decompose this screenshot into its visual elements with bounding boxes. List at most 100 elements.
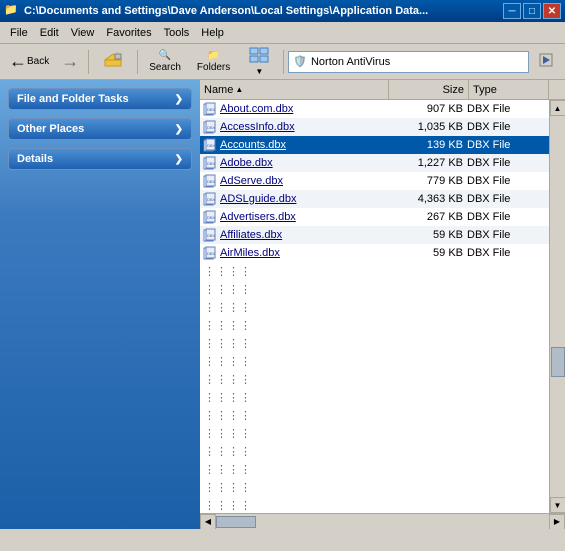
forward-button[interactable]: → xyxy=(56,47,84,77)
back-label: Back xyxy=(27,56,49,67)
file-size: 1,227 KB xyxy=(387,157,467,169)
table-row[interactable]: DBX AirMiles.dbx 59 KB DBX File xyxy=(200,244,549,262)
file-folder-tasks-label: File and Folder Tasks xyxy=(17,93,129,105)
file-type: DBX File xyxy=(467,139,547,151)
forward-icon: → xyxy=(61,51,79,72)
dotted-row: ⋮⋮⋮⋮ xyxy=(200,280,549,298)
menu-favorites[interactable]: Favorites xyxy=(100,25,157,41)
file-name: AirMiles.dbx xyxy=(220,247,387,259)
minimize-button[interactable]: ─ xyxy=(503,3,521,19)
dotted-row: ⋮⋮⋮⋮ xyxy=(200,298,549,316)
menu-help[interactable]: Help xyxy=(195,25,230,41)
search-label: Search xyxy=(149,62,181,73)
file-size: 779 KB xyxy=(387,175,467,187)
table-row[interactable]: DBX AdServe.dbx 779 KB DBX File xyxy=(200,172,549,190)
address-icon: 🛡️ xyxy=(293,55,307,68)
up-button[interactable] xyxy=(93,47,133,77)
file-size: 59 KB xyxy=(387,229,467,241)
svg-text:DBX: DBX xyxy=(207,215,216,220)
window-controls: ─ □ ✕ xyxy=(503,3,561,19)
back-button[interactable]: ← Back xyxy=(4,47,54,77)
file-icon: DBX xyxy=(202,245,218,261)
table-row[interactable]: DBX Accounts.dbx 139 KB DBX File xyxy=(200,136,549,154)
menu-file[interactable]: File xyxy=(4,25,34,41)
file-list-container: Name ▲ Size Type DBX About.com.dbx 907 K… xyxy=(200,80,565,529)
scroll-spacer xyxy=(549,80,565,99)
table-row[interactable]: DBX Adobe.dbx 1,227 KB DBX File xyxy=(200,154,549,172)
close-button[interactable]: ✕ xyxy=(543,3,561,19)
table-row[interactable]: DBX Affiliates.dbx 59 KB DBX File xyxy=(200,226,549,244)
dotted-row: ⋮⋮⋮⋮ xyxy=(200,424,549,442)
scroll-thumb[interactable] xyxy=(551,347,565,377)
file-size: 4,363 KB xyxy=(387,193,467,205)
dotted-row: ⋮⋮⋮⋮ xyxy=(200,460,549,478)
scroll-down-button[interactable]: ▼ xyxy=(550,497,565,513)
file-name: AdServe.dbx xyxy=(220,175,387,187)
col-header-type[interactable]: Type xyxy=(469,80,549,99)
col-type-label: Type xyxy=(473,84,497,96)
sort-arrow: ▲ xyxy=(235,85,243,94)
table-row[interactable]: DBX About.com.dbx 907 KB DBX File xyxy=(200,100,549,118)
go-button[interactable] xyxy=(531,47,561,77)
search-button[interactable]: 🔍 Search xyxy=(142,47,188,77)
file-size: 907 KB xyxy=(387,103,467,115)
col-header-size[interactable]: Size xyxy=(389,80,469,99)
views-icon xyxy=(249,47,269,66)
other-places-header[interactable]: Other Places ❯ xyxy=(9,119,191,139)
table-row[interactable]: DBX Advertisers.dbx 267 KB DBX File xyxy=(200,208,549,226)
horiz-thumb[interactable] xyxy=(216,516,256,528)
menu-tools[interactable]: Tools xyxy=(158,25,196,41)
file-name: Accounts.dbx xyxy=(220,139,387,151)
dotted-row: ⋮⋮⋮⋮ xyxy=(200,388,549,406)
menu-view[interactable]: View xyxy=(65,25,101,41)
file-icon: DBX xyxy=(202,191,218,207)
table-row[interactable]: DBX ADSLguide.dbx 4,363 KB DBX File xyxy=(200,190,549,208)
vertical-scrollbar[interactable]: ▲ ▼ xyxy=(549,100,565,513)
file-size: 59 KB xyxy=(387,247,467,259)
scroll-up-button[interactable]: ▲ xyxy=(550,100,565,116)
dotted-row: ⋮⋮⋮⋮ xyxy=(200,262,549,280)
file-icon: DBX xyxy=(202,173,218,189)
file-size: 139 KB xyxy=(387,139,467,151)
horiz-track xyxy=(216,515,549,529)
svg-text:DBX: DBX xyxy=(207,197,216,202)
details-header[interactable]: Details ❯ xyxy=(9,149,191,169)
file-type: DBX File xyxy=(467,175,547,187)
menu-bar: File Edit View Favorites Tools Help xyxy=(0,22,565,44)
file-icon: DBX xyxy=(202,137,218,153)
file-name: About.com.dbx xyxy=(220,103,387,115)
col-header-name[interactable]: Name ▲ xyxy=(200,80,389,99)
svg-text:DBX: DBX xyxy=(207,179,216,184)
toolbar-separator-2 xyxy=(137,50,138,74)
file-list[interactable]: DBX About.com.dbx 907 KB DBX File DBX Ac… xyxy=(200,100,549,513)
file-folder-tasks-section: File and Folder Tasks ❯ xyxy=(8,88,192,110)
views-button[interactable]: ▼ xyxy=(239,47,279,77)
left-panel: File and Folder Tasks ❯ Other Places ❯ D… xyxy=(0,80,200,529)
maximize-button[interactable]: □ xyxy=(523,3,541,19)
svg-text:DBX: DBX xyxy=(207,107,216,112)
file-icon: DBX xyxy=(202,209,218,225)
other-places-label: Other Places xyxy=(17,123,84,135)
file-folder-tasks-chevron: ❯ xyxy=(175,94,183,105)
folders-button[interactable]: 📁 Folders xyxy=(190,47,237,77)
scroll-right-button[interactable]: ▶ xyxy=(549,514,565,530)
dotted-row: ⋮⋮⋮⋮ xyxy=(200,370,549,388)
dotted-row: ⋮⋮⋮⋮ xyxy=(200,334,549,352)
go-icon xyxy=(538,52,554,71)
up-icon xyxy=(103,52,123,71)
menu-edit[interactable]: Edit xyxy=(34,25,65,41)
file-name: Adobe.dbx xyxy=(220,157,387,169)
table-row[interactable]: DBX AccessInfo.dbx 1,035 KB DBX File xyxy=(200,118,549,136)
svg-text:DBX: DBX xyxy=(207,251,216,256)
file-icon: DBX xyxy=(202,227,218,243)
file-name: Affiliates.dbx xyxy=(220,229,387,241)
horizontal-scrollbar[interactable]: ◀ ▶ xyxy=(200,513,565,529)
other-places-chevron: ❯ xyxy=(175,124,183,135)
dotted-row: ⋮⋮⋮⋮ xyxy=(200,478,549,496)
details-label: Details xyxy=(17,153,53,165)
window-icon: 📁 xyxy=(4,3,20,19)
scroll-left-button[interactable]: ◀ xyxy=(200,514,216,530)
dotted-row: ⋮⋮⋮⋮ xyxy=(200,406,549,424)
file-list-header: Name ▲ Size Type xyxy=(200,80,565,100)
file-folder-tasks-header[interactable]: File and Folder Tasks ❯ xyxy=(9,89,191,109)
